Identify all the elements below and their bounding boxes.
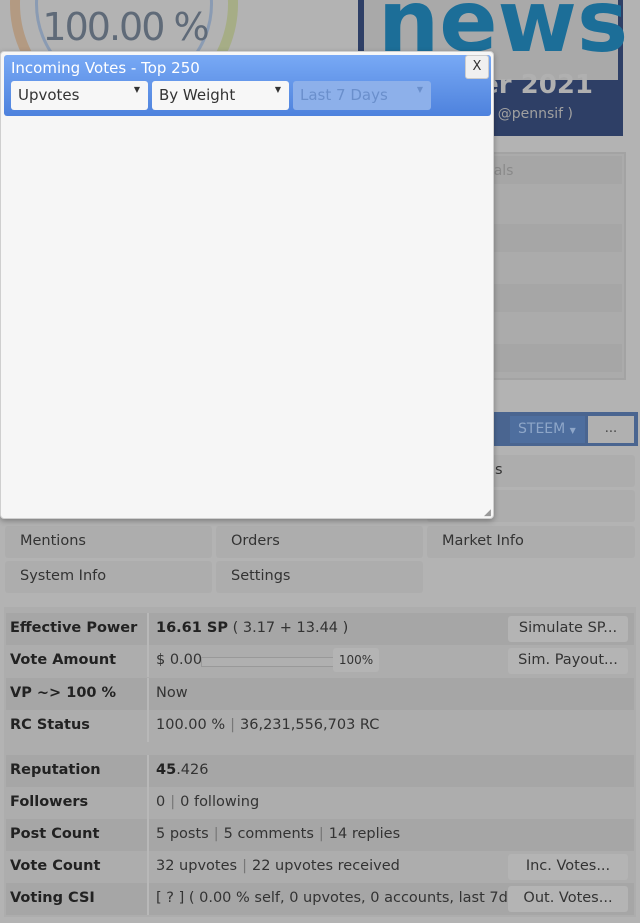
dialog-title: Incoming Votes - Top 250 xyxy=(11,59,200,77)
vote-amount-row: Vote Amount $ 0.00 100% Sim. Payout... xyxy=(6,645,634,677)
more-button[interactable]: ... xyxy=(588,416,634,443)
row-label: VP ~> 100 % xyxy=(10,685,117,701)
reputation-int: 45 xyxy=(156,762,177,778)
upvotes-count: 32 upvotes xyxy=(156,858,238,874)
replies-count: 14 replies xyxy=(328,826,401,842)
period-value: Last 7 Days xyxy=(300,86,388,104)
inc-votes-button[interactable]: Inc. Votes... xyxy=(508,854,628,880)
period-select: Last 7 Days ▼ xyxy=(293,81,431,110)
dropdown-arrow-icon: ▼ xyxy=(133,85,140,94)
row-label: Vote Count xyxy=(10,858,101,874)
vote-type-select[interactable]: Upvotes ▼ xyxy=(11,81,148,110)
incoming-votes-dialog xyxy=(0,51,494,519)
followers-count: 0 xyxy=(156,794,166,810)
sort-value: By Weight xyxy=(159,86,236,104)
rc-amount: 36,231,556,703 RC xyxy=(240,717,380,733)
out-votes-button[interactable]: Out. Votes... xyxy=(508,886,628,912)
vp-gauge-value: 100.00 % xyxy=(42,5,209,49)
row-value: 45.426 xyxy=(156,762,208,778)
row-value: 32 upvotes | 22 upvotes received xyxy=(156,858,400,874)
row-label: Vote Amount xyxy=(10,652,117,668)
sp-value: 16.61 SP xyxy=(156,620,228,636)
vote-type-value: Upvotes xyxy=(18,86,80,104)
reputation-dec: .426 xyxy=(176,762,209,778)
upvotes-received: 22 upvotes received xyxy=(251,858,400,874)
voting-csi-row: Voting CSI [ ? ] ( 0.00 % self, 0 upvote… xyxy=(6,883,634,915)
resize-grip-icon[interactable]: ◢ xyxy=(484,508,491,518)
row-value: 5 posts | 5 comments | 14 replies xyxy=(156,826,401,842)
vp-row: VP ~> 100 % Now xyxy=(6,678,634,710)
row-value: [ ? ] ( 0.00 % self, 0 upvotes, 0 accoun… xyxy=(156,890,519,906)
mentions-button[interactable]: Mentions xyxy=(5,526,212,558)
row-value: 16.61 SP ( 3.17 + 13.44 ) xyxy=(156,620,348,636)
effective-power-row: Effective Power 16.61 SP ( 3.17 + 13.44 … xyxy=(6,613,634,645)
vote-weight-handle[interactable]: 100% xyxy=(333,648,379,672)
dropdown-arrow-icon: ▼ xyxy=(416,85,423,94)
followers-row: Followers 0 | 0 following xyxy=(6,787,634,819)
post-count-row: Post Count 5 posts | 5 comments | 14 replies xyxy=(6,819,634,851)
row-value: Now xyxy=(156,685,188,701)
settings-button[interactable]: Settings xyxy=(216,561,423,593)
currency-select[interactable]: STEEM ▼ xyxy=(510,416,585,443)
vote-amount-value: $ 0.00 xyxy=(156,652,203,668)
row-label: Voting CSI xyxy=(10,890,95,906)
simulate-sp-button[interactable]: Simulate SP... xyxy=(508,616,628,642)
market-info-button[interactable]: Market Info xyxy=(427,526,635,558)
close-button[interactable]: X xyxy=(465,55,489,79)
posts-count: 5 posts xyxy=(156,826,209,842)
comments-count: 5 comments xyxy=(223,826,314,842)
row-value: 0 | 0 following xyxy=(156,794,260,810)
row-label: Post Count xyxy=(10,826,100,842)
system-info-button[interactable]: System Info xyxy=(5,561,212,593)
dropdown-arrow-icon: ▼ xyxy=(569,426,576,435)
row-label: Reputation xyxy=(10,762,101,778)
row-value: 100.00 % | 36,231,556,703 RC xyxy=(156,717,380,733)
orders-button[interactable]: Orders xyxy=(216,526,423,558)
sim-payout-button[interactable]: Sim. Payout... xyxy=(508,648,628,674)
following-count: 0 following xyxy=(180,794,260,810)
vote-weight-slider[interactable] xyxy=(201,657,338,667)
currency-select-value: STEEM xyxy=(518,421,566,437)
rc-percent: 100.00 % xyxy=(156,717,226,733)
vote-count-row: Vote Count 32 upvotes | 22 upvotes receive… xyxy=(6,851,634,883)
sort-select[interactable]: By Weight ▼ xyxy=(152,81,289,110)
rc-row: RC Status 100.00 % | 36,231,556,703 RC xyxy=(6,710,634,742)
reputation-row: Reputation 45.426 xyxy=(6,755,634,787)
row-label: RC Status xyxy=(10,717,90,733)
sp-detail: ( 3.17 + 13.44 ) xyxy=(232,620,349,636)
row-label: Followers xyxy=(10,794,89,810)
dropdown-arrow-icon: ▼ xyxy=(274,85,281,94)
row-label: Effective Power xyxy=(10,620,138,636)
